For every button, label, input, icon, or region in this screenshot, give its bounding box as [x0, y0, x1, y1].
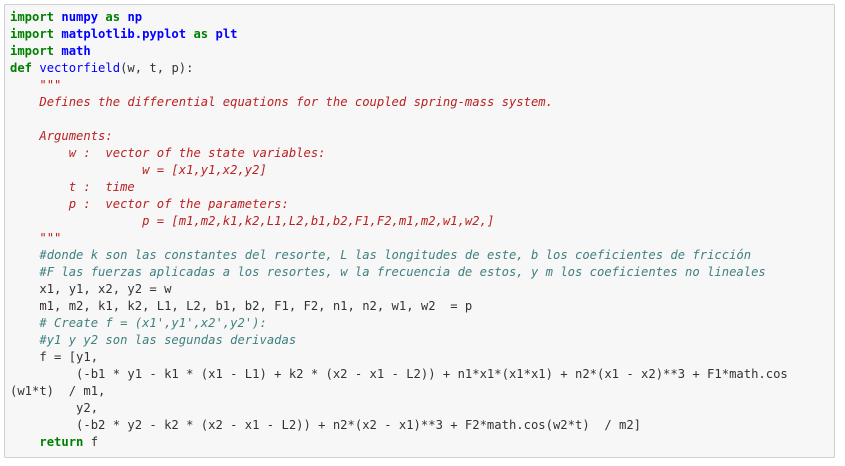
- code-line: def vectorfield(w, t, p):: [10, 60, 788, 77]
- code-line: w : vector of the state variables:: [10, 145, 788, 162]
- docstring-token: t : time: [68, 180, 135, 194]
- code-line: y2,: [10, 400, 788, 417]
- code-line: """: [10, 230, 788, 247]
- module-token: math: [61, 44, 91, 58]
- module-token: plt: [215, 27, 238, 41]
- keyword-token: import: [10, 27, 55, 41]
- comment-token: #y1 y y2 son las segundas derivadas: [39, 333, 297, 347]
- code-text-token: x1, y1, x2, y2 = w: [10, 282, 172, 296]
- code-text-token: y2,: [10, 401, 99, 415]
- code-line: import numpy as np: [10, 9, 788, 26]
- code-line: #F las fuerzas aplicadas a los resortes,…: [10, 264, 788, 281]
- code-text-token: (w, t, p):: [120, 61, 194, 75]
- code-line: """: [10, 77, 788, 94]
- docstring-token: Defines the differential equations for t…: [39, 95, 553, 109]
- code-line: #y1 y y2 son las segundas derivadas: [10, 332, 788, 349]
- code-line: import math: [10, 43, 788, 60]
- docstring-token: w : vector of the state variables:: [68, 146, 326, 160]
- docstring-token: w = [x1,y1,x2,y2]: [142, 163, 267, 177]
- code-line: t : time: [10, 179, 788, 196]
- docstring-token: p = [m1,m2,k1,k2,L1,L2,b1,b2,F1,F2,m1,m2…: [142, 214, 495, 228]
- code-text-token: f: [83, 435, 99, 449]
- code-line: import matplotlib.pyplot as plt: [10, 26, 788, 43]
- code-line: (-b2 * y2 - k2 * (x2 - x1 - L2)) + n2*(x…: [10, 417, 788, 434]
- keyword-token: as: [105, 10, 121, 24]
- module-token: matplotlib.pyplot: [61, 27, 187, 41]
- comment-token: #donde k son las constantes del resorte,…: [39, 248, 752, 262]
- code-line: # Create f = (x1',y1',x2',y2'):: [10, 315, 788, 332]
- code-block[interactable]: import numpy as np import matplotlib.pypl…: [10, 9, 788, 451]
- module-token: numpy: [61, 10, 99, 24]
- keyword-token: def: [10, 61, 33, 75]
- docstring-token: """: [39, 231, 62, 245]
- code-line: f = [y1,: [10, 349, 788, 366]
- code-line: p = [m1,m2,k1,k2,L1,L2,b1,b2,F1,F2,m1,m2…: [10, 213, 788, 230]
- code-line: p : vector of the parameters:: [10, 196, 788, 213]
- code-line: return f: [10, 434, 788, 451]
- keyword-token: return: [39, 435, 84, 449]
- module-token: np: [127, 10, 143, 24]
- keyword-token: import: [10, 10, 55, 24]
- docstring-token: p : vector of the parameters:: [68, 197, 289, 211]
- code-text-token: m1, m2, k1, k2, L1, L2, b1, b2, F1, F2, …: [10, 299, 473, 313]
- comment-token: # Create f = (x1',y1',x2',y2'):: [39, 316, 267, 330]
- comment-token: #F las fuerzas aplicadas a los resortes,…: [39, 265, 766, 279]
- code-cell[interactable]: import numpy as np import matplotlib.pypl…: [4, 4, 835, 458]
- function-name-token: vectorfield: [39, 61, 121, 75]
- code-line: Defines the differential equations for t…: [10, 94, 788, 111]
- code-line: x1, y1, x2, y2 = w: [10, 281, 788, 298]
- docstring-token: Arguments:: [39, 129, 113, 143]
- code-line: (w1*t) / m1,: [10, 383, 788, 400]
- docstring-token: """: [39, 78, 62, 92]
- code-text-token: (-b1 * y1 - k1 * (x1 - L1) + k2 * (x2 - …: [10, 367, 788, 381]
- code-line: Arguments:: [10, 128, 788, 145]
- code-text-token: (-b2 * y2 - k2 * (x2 - x1 - L2)) + n2*(x…: [10, 418, 642, 432]
- code-line: m1, m2, k1, k2, L1, L2, b1, b2, F1, F2, …: [10, 298, 788, 315]
- code-line: w = [x1,y1,x2,y2]: [10, 162, 788, 179]
- code-text-token: f = [y1,: [10, 350, 99, 364]
- code-line: #donde k son las constantes del resorte,…: [10, 247, 788, 264]
- keyword-token: import: [10, 44, 55, 58]
- code-text-token: (w1*t) / m1,: [10, 384, 106, 398]
- code-line: (-b1 * y1 - k1 * (x1 - L1) + k2 * (x2 - …: [10, 366, 788, 383]
- keyword-token: as: [193, 27, 209, 41]
